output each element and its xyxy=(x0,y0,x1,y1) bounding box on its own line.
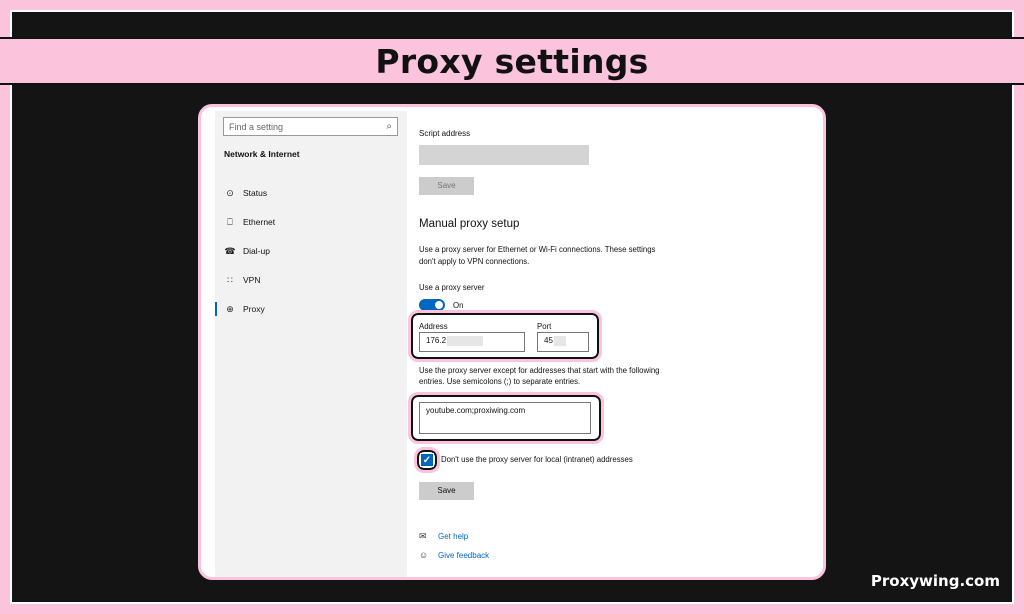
sidebar-item-dial-up[interactable]: ☎ Dial-up xyxy=(215,240,407,262)
redacted-block xyxy=(447,336,484,346)
sidebar-item-label: Ethernet xyxy=(243,217,276,227)
section-title: Network & Internet xyxy=(224,149,300,159)
redacted-block xyxy=(553,336,566,346)
script-address-input[interactable] xyxy=(419,145,589,165)
sidebar-item-label: VPN xyxy=(243,275,261,285)
local-bypass-checkbox[interactable]: ✓ xyxy=(420,453,434,467)
get-help-label: Get help xyxy=(438,532,469,541)
toggle-state-label: On xyxy=(453,301,464,310)
main-content: Script address Save Manual proxy setup U… xyxy=(408,107,819,577)
address-field[interactable]: 176.2 xyxy=(419,332,525,352)
exceptions-value: youtube.com;proxiwing.com xyxy=(426,406,526,415)
address-value: 176.2 xyxy=(426,336,447,346)
give-feedback-link[interactable]: ☺ Give feedback xyxy=(419,550,489,560)
search-input[interactable]: Find a setting ⌕ xyxy=(223,117,398,136)
vpn-icon: ∷ xyxy=(227,274,233,285)
status-icon: ⊙ xyxy=(226,187,234,198)
manual-proxy-description-line1: Use a proxy server for Ethernet or Wi-Fi… xyxy=(419,245,656,254)
sidebar-item-label: Status xyxy=(243,188,268,198)
port-field[interactable]: 45 xyxy=(537,332,589,352)
use-proxy-toggle[interactable] xyxy=(419,299,445,311)
sidebar-item-ethernet[interactable]: ⎕ Ethernet xyxy=(215,211,407,233)
get-help-link[interactable]: ✉ Get help xyxy=(419,531,468,542)
sidebar-item-label: Dial-up xyxy=(243,246,270,256)
search-placeholder: Find a setting xyxy=(229,121,284,132)
script-address-label: Script address xyxy=(419,129,471,138)
exceptions-description-line1: Use the proxy server except for addresse… xyxy=(419,366,660,375)
port-label: Port xyxy=(537,322,552,331)
local-bypass-label: Don't use the proxy server for local (in… xyxy=(441,455,633,464)
manual-proxy-heading: Manual proxy setup xyxy=(419,218,520,230)
banner-title: Proxy settings xyxy=(375,41,649,81)
use-proxy-label: Use a proxy server xyxy=(419,283,485,292)
exceptions-field[interactable]: youtube.com;proxiwing.com xyxy=(419,402,591,434)
script-save-button[interactable]: Save xyxy=(419,177,474,195)
title-banner: Proxy settings xyxy=(0,37,1024,85)
sidebar-item-status[interactable]: ⊙ Status xyxy=(215,182,407,204)
sidebar-item-label: Proxy xyxy=(243,304,265,314)
exceptions-description-line2: entries. Use semicolons (;) to separate … xyxy=(419,377,581,386)
chat-help-icon: ✉ xyxy=(419,531,427,541)
address-label: Address xyxy=(419,322,448,331)
dial-up-icon: ☎ xyxy=(224,245,236,256)
sidebar-item-vpn[interactable]: ∷ VPN xyxy=(215,269,407,291)
save-button[interactable]: Save xyxy=(419,482,474,500)
sidebar: Find a setting ⌕ Network & Internet ⊙ St… xyxy=(215,111,407,577)
feedback-icon: ☺ xyxy=(419,550,429,560)
ethernet-icon: ⎕ xyxy=(227,216,233,227)
manual-proxy-description-line2: don't apply to VPN connections. xyxy=(419,257,530,266)
sidebar-item-proxy[interactable]: ⊕ Proxy xyxy=(215,298,407,320)
globe-icon: ⊕ xyxy=(226,303,234,314)
watermark: Proxywing.com xyxy=(870,572,1000,590)
give-feedback-label: Give feedback xyxy=(438,550,490,560)
search-icon[interactable]: ⌕ xyxy=(386,121,392,132)
settings-window: Find a setting ⌕ Network & Internet ⊙ St… xyxy=(198,104,826,580)
port-value: 45 xyxy=(544,336,553,346)
